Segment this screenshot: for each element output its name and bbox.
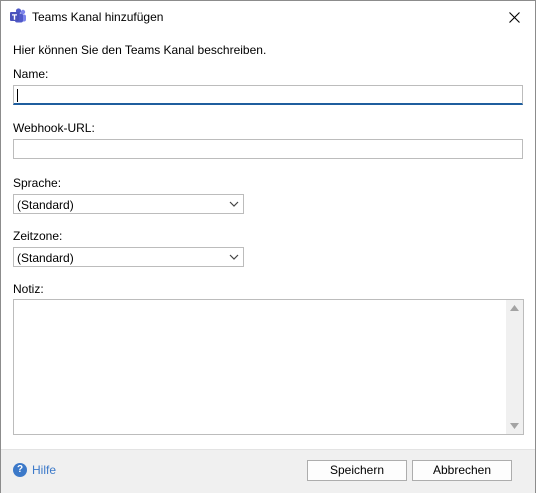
scroll-down-icon[interactable] — [510, 423, 519, 429]
close-button[interactable] — [493, 1, 535, 33]
close-icon — [508, 11, 520, 23]
form-description: Hier können Sie den Teams Kanal beschrei… — [13, 43, 267, 57]
webhook-label: Webhook-URL: — [13, 121, 95, 135]
help-link[interactable]: ? Hilfe — [13, 463, 56, 477]
note-textarea[interactable] — [13, 299, 524, 435]
note-label: Notiz: — [13, 282, 44, 296]
window-title: Teams Kanal hinzufügen — [32, 10, 164, 24]
text-caret — [17, 89, 18, 102]
timezone-select[interactable]: (Standard) — [13, 247, 244, 267]
language-label: Sprache: — [13, 176, 62, 190]
scroll-up-icon[interactable] — [510, 305, 519, 311]
timezone-select-value: (Standard) — [17, 251, 74, 265]
timezone-label: Zeitzone: — [13, 229, 63, 243]
save-button[interactable]: Speichern — [307, 460, 407, 481]
name-input[interactable] — [13, 85, 523, 105]
help-label: Hilfe — [32, 463, 57, 477]
language-select-value: (Standard) — [17, 198, 74, 212]
teams-icon — [10, 8, 26, 23]
chevron-down-icon — [229, 254, 239, 260]
webhook-url-input[interactable] — [13, 139, 523, 159]
language-select[interactable]: (Standard) — [13, 194, 244, 214]
title-bar: Teams Kanal hinzufügen — [1, 1, 535, 33]
dialog-footer: ? Hilfe Speichern Abbrechen — [1, 449, 535, 493]
help-icon: ? — [13, 463, 27, 477]
name-label: Name: — [13, 67, 49, 81]
dialog-window: Teams Kanal hinzufügen Hier können Sie d… — [0, 0, 536, 493]
note-scrollbar[interactable] — [506, 300, 523, 434]
cancel-button[interactable]: Abbrechen — [412, 460, 512, 481]
chevron-down-icon — [229, 201, 239, 207]
